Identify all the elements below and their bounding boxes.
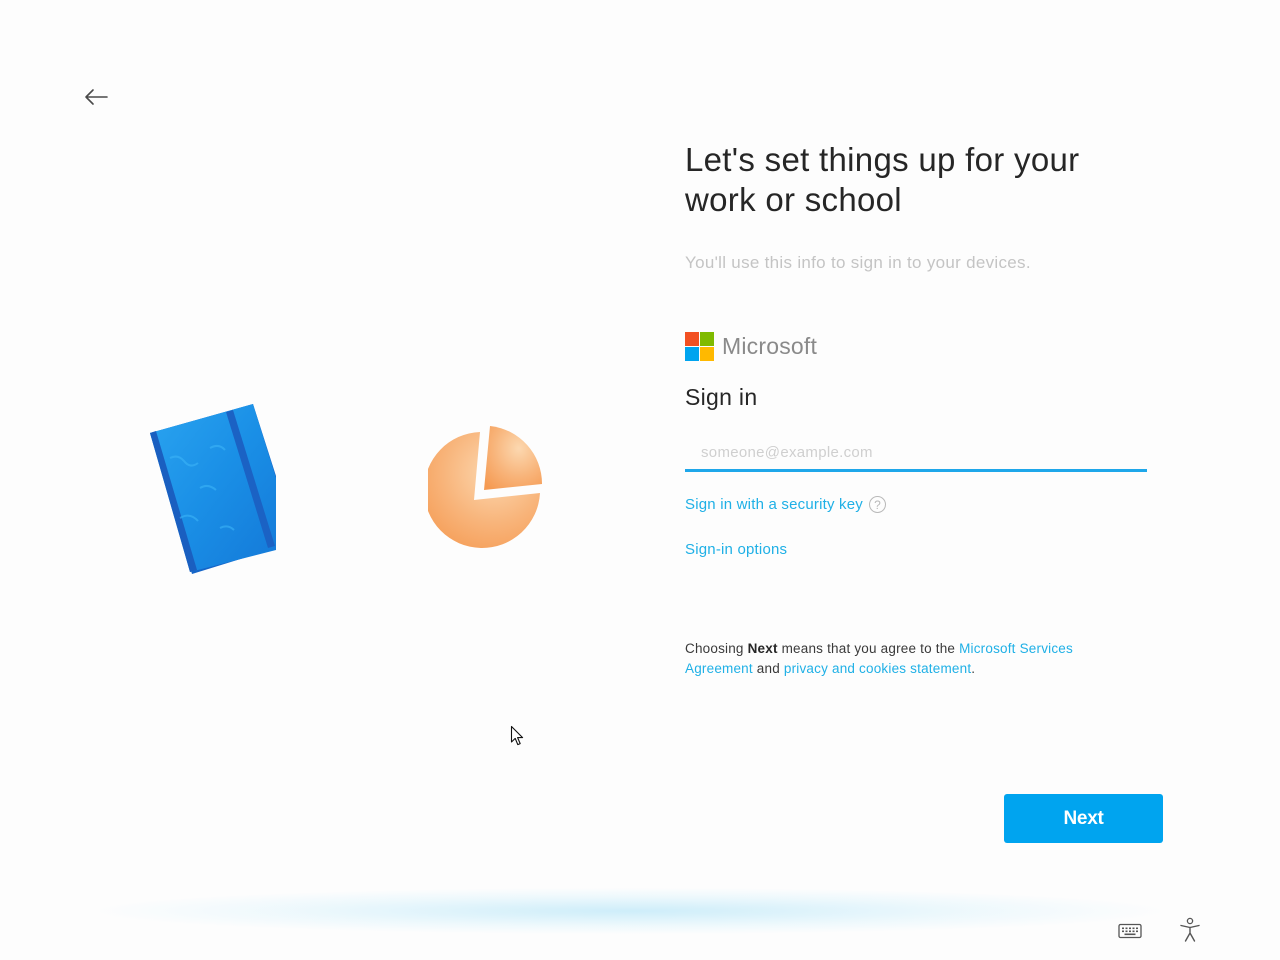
accessibility-button[interactable] <box>1176 915 1204 945</box>
agreement-middle: means that you agree to the <box>777 641 960 656</box>
security-key-row: Sign in with a security key ? <box>685 496 886 513</box>
keyboard-button[interactable] <box>1116 918 1144 944</box>
back-button[interactable] <box>80 82 112 112</box>
sign-in-heading: Sign in <box>685 384 758 410</box>
page-title: Let's set things up for your work or sch… <box>685 141 1080 218</box>
sign-in-options-link[interactable]: Sign-in options <box>685 541 787 558</box>
agreement-text: Choosing Next means that you agree to th… <box>685 639 1125 679</box>
bottom-glow <box>100 888 1160 934</box>
question-circle-icon[interactable]: ? <box>868 496 886 513</box>
notebook-icon <box>150 404 276 574</box>
agreement-and: and <box>752 661 784 676</box>
pie-chart-icon <box>424 426 543 548</box>
email-field[interactable] <box>685 436 1147 472</box>
privacy-statement-link[interactable]: privacy and cookies statement <box>784 661 971 676</box>
security-key-link[interactable]: Sign in with a security key <box>685 496 863 513</box>
arrow-left-icon <box>85 89 108 105</box>
agreement-prefix: Choosing <box>685 641 748 656</box>
agreement-bold: Next <box>747 641 778 656</box>
microsoft-brand: Microsoft <box>685 332 817 361</box>
pie-chart-illustration <box>424 420 548 555</box>
agreement-suffix: . <box>971 661 976 676</box>
keyboard-icon <box>1118 923 1142 939</box>
mouse-cursor-icon <box>510 725 526 752</box>
accessibility-icon <box>1180 917 1200 942</box>
sign-in-panel: Let's set things up for your work or sch… <box>685 140 1155 676</box>
notebook-illustration <box>140 398 290 588</box>
oobe-sign-in-page: Let's set things up for your work or sch… <box>0 0 1280 960</box>
page-subtitle: You'll use this info to sign in to your … <box>685 253 1031 272</box>
next-button[interactable]: Next <box>1004 794 1163 843</box>
brand-name: Microsoft <box>722 333 818 359</box>
microsoft-logo-icon <box>685 332 714 361</box>
